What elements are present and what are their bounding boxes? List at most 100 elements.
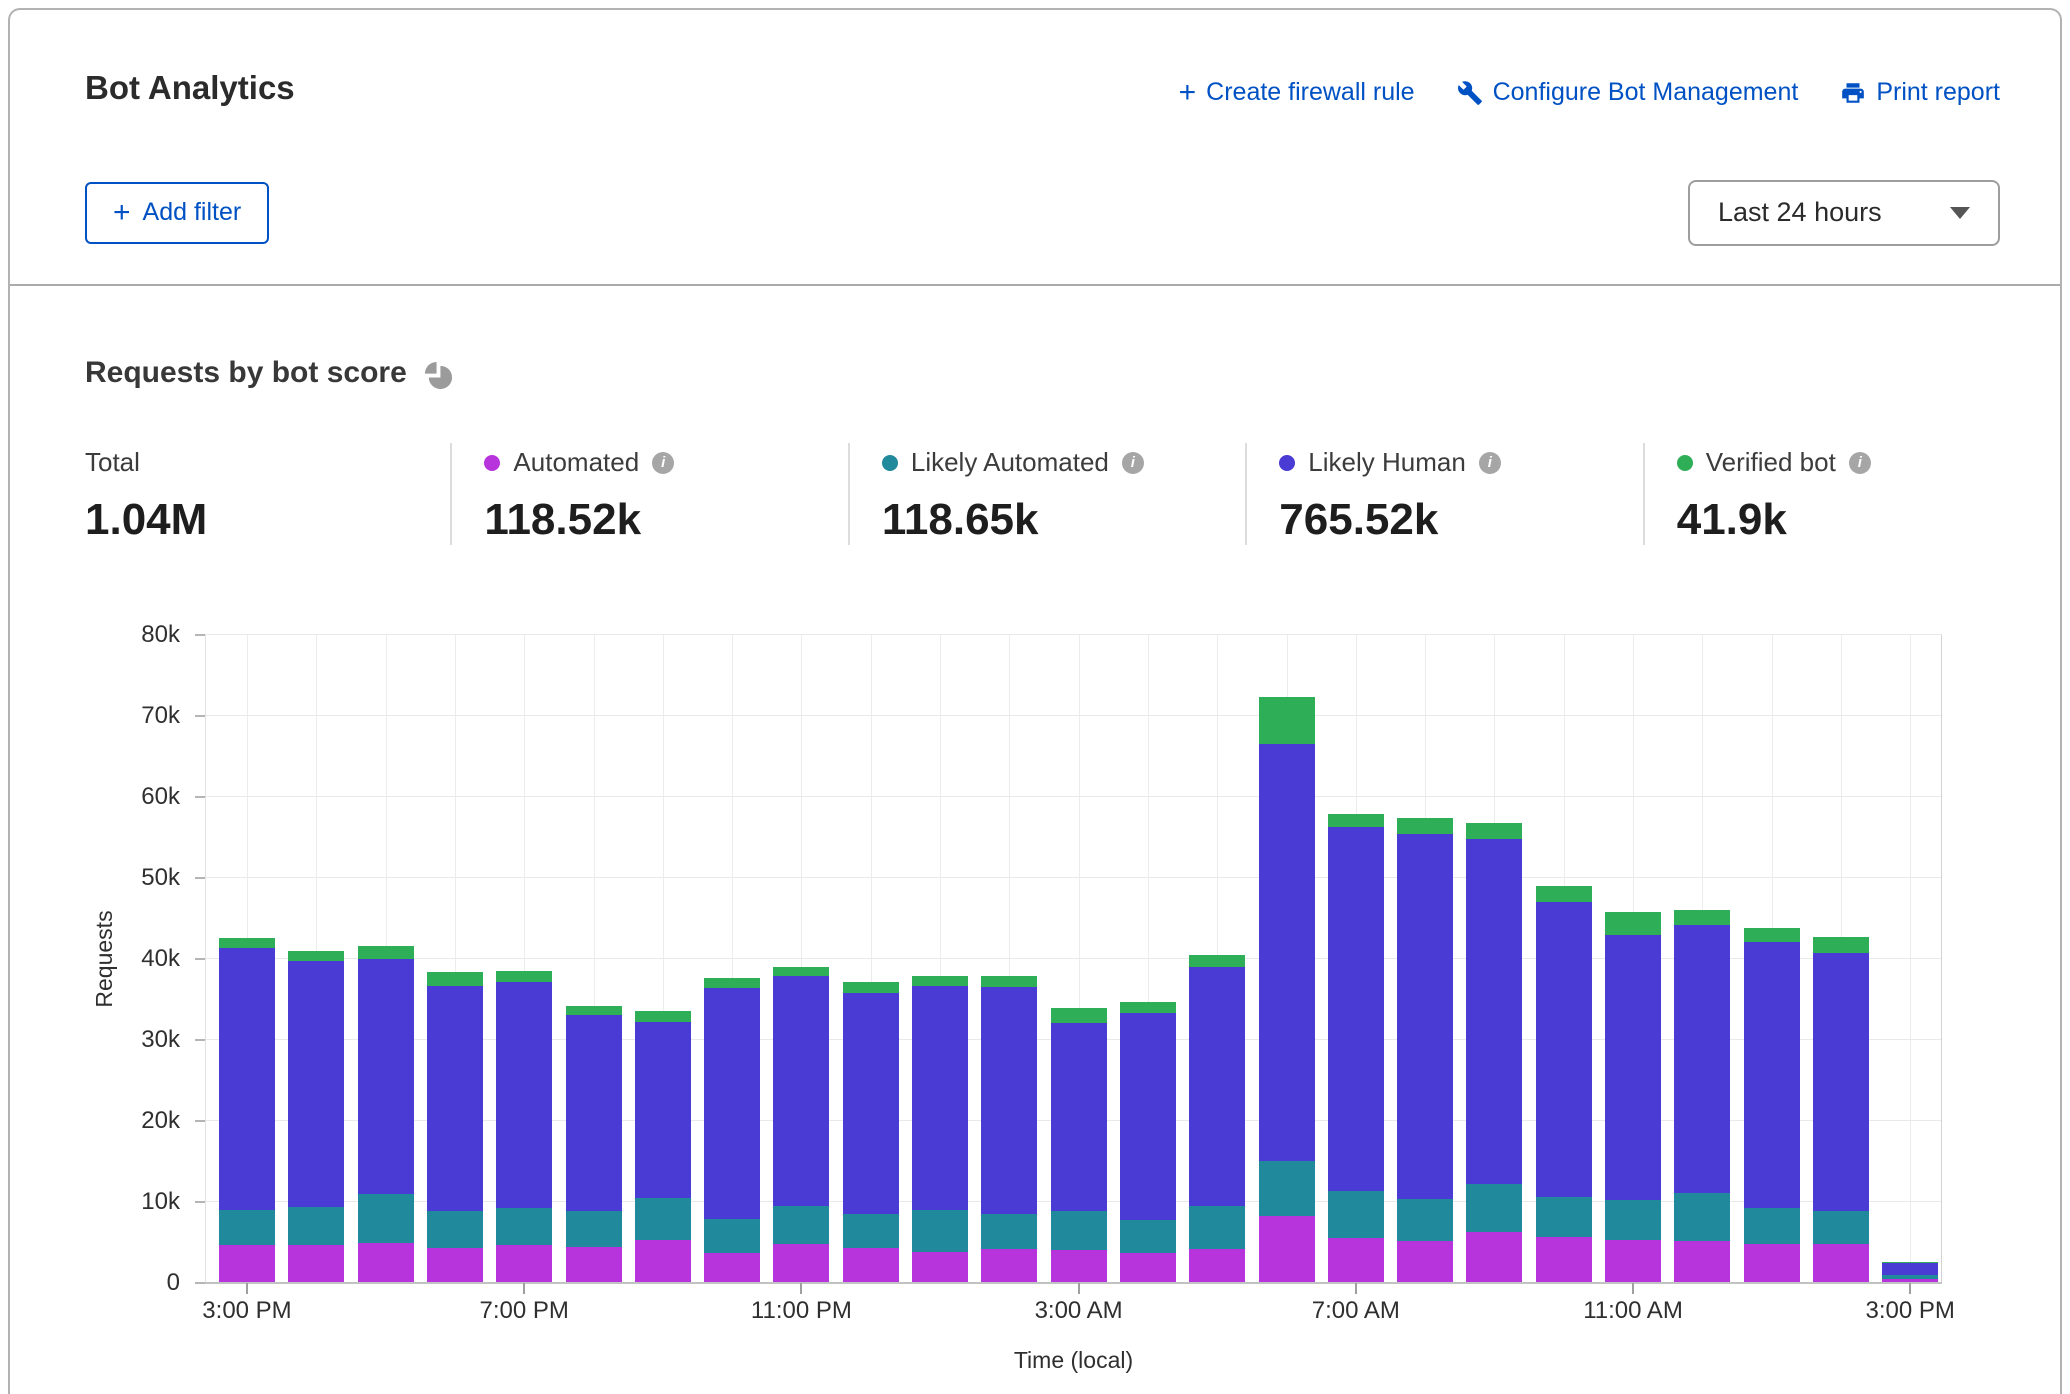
bar-segment-likely-automated[interactable] — [1744, 1208, 1800, 1244]
bar-segment-likely-human[interactable] — [1813, 953, 1869, 1211]
bar-segment-automated[interactable] — [981, 1249, 1037, 1283]
bar-segment-automated[interactable] — [219, 1245, 275, 1283]
info-icon[interactable]: i — [652, 452, 674, 474]
bar-segment-likely-human[interactable] — [427, 986, 483, 1210]
create-firewall-rule-link[interactable]: + Create firewall rule — [1179, 78, 1415, 107]
bar-segment-verified-bot[interactable] — [1397, 818, 1453, 834]
bar-segment-likely-automated[interactable] — [1536, 1197, 1592, 1238]
bar-segment-verified-bot[interactable] — [981, 976, 1037, 987]
bar-segment-automated[interactable] — [1120, 1253, 1176, 1283]
bar-segment-likely-human[interactable] — [1120, 1013, 1176, 1220]
bar-segment-likely-automated[interactable] — [219, 1210, 275, 1245]
bar-segment-automated[interactable] — [288, 1245, 344, 1283]
bar-segment-likely-human[interactable] — [1536, 902, 1592, 1197]
bar-segment-likely-automated[interactable] — [704, 1219, 760, 1253]
bar-segment-likely-automated[interactable] — [1120, 1220, 1176, 1252]
bar-segment-automated[interactable] — [1051, 1250, 1107, 1282]
bar-segment-automated[interactable] — [566, 1247, 622, 1283]
bar-segment-automated[interactable] — [1328, 1238, 1384, 1283]
bar-segment-likely-human[interactable] — [912, 986, 968, 1210]
bar-segment-verified-bot[interactable] — [566, 1006, 622, 1016]
bar-segment-verified-bot[interactable] — [843, 982, 899, 993]
bar-segment-likely-automated[interactable] — [1674, 1193, 1730, 1242]
bar-segment-likely-automated[interactable] — [635, 1198, 691, 1240]
bar-segment-likely-automated[interactable] — [843, 1214, 899, 1248]
bar-segment-likely-human[interactable] — [1328, 827, 1384, 1191]
bar-segment-verified-bot[interactable] — [1744, 928, 1800, 942]
bar-segment-verified-bot[interactable] — [358, 946, 414, 960]
bar-segment-verified-bot[interactable] — [1466, 823, 1522, 838]
info-icon[interactable]: i — [1849, 452, 1871, 474]
bar-segment-likely-automated[interactable] — [566, 1211, 622, 1247]
bar-segment-automated[interactable] — [704, 1253, 760, 1282]
print-report-link[interactable]: Print report — [1840, 78, 2000, 107]
bar-segment-verified-bot[interactable] — [1674, 910, 1730, 925]
bar-segment-verified-bot[interactable] — [1051, 1008, 1107, 1023]
bar-segment-automated[interactable] — [1189, 1249, 1245, 1282]
bar-segment-automated[interactable] — [773, 1244, 829, 1283]
bar-segment-verified-bot[interactable] — [912, 976, 968, 986]
bar-segment-automated[interactable] — [1397, 1241, 1453, 1282]
bar-segment-verified-bot[interactable] — [1328, 814, 1384, 828]
bar-segment-verified-bot[interactable] — [1189, 955, 1245, 966]
bar-segment-likely-human[interactable] — [704, 988, 760, 1220]
bar-segment-verified-bot[interactable] — [427, 972, 483, 987]
bar-segment-likely-automated[interactable] — [427, 1211, 483, 1248]
bar-segment-likely-automated[interactable] — [496, 1208, 552, 1244]
bar-segment-verified-bot[interactable] — [1536, 886, 1592, 902]
bar-segment-verified-bot[interactable] — [704, 978, 760, 988]
time-range-select[interactable]: Last 24 hours — [1688, 180, 2000, 246]
bar-segment-likely-automated[interactable] — [773, 1206, 829, 1243]
bar-segment-automated[interactable] — [635, 1240, 691, 1282]
bar-segment-automated[interactable] — [1744, 1244, 1800, 1283]
bar-segment-likely-automated[interactable] — [1466, 1184, 1522, 1233]
bar-segment-likely-human[interactable] — [1744, 942, 1800, 1208]
bar-segment-automated[interactable] — [912, 1252, 968, 1283]
bar-segment-likely-human[interactable] — [981, 987, 1037, 1214]
bar-segment-likely-human[interactable] — [219, 948, 275, 1210]
bar-segment-verified-bot[interactable] — [1605, 912, 1661, 935]
bar-segment-likely-automated[interactable] — [1397, 1199, 1453, 1241]
bar-segment-likely-human[interactable] — [773, 976, 829, 1206]
bar-segment-likely-human[interactable] — [566, 1015, 622, 1210]
bar-segment-likely-automated[interactable] — [1882, 1275, 1938, 1278]
bar-segment-verified-bot[interactable] — [1882, 1262, 1938, 1263]
bar-segment-likely-automated[interactable] — [288, 1207, 344, 1244]
bar-segment-likely-human[interactable] — [843, 993, 899, 1214]
bar-segment-likely-human[interactable] — [1051, 1023, 1107, 1211]
info-icon[interactable]: i — [1479, 452, 1501, 474]
bar-segment-likely-automated[interactable] — [912, 1210, 968, 1252]
bar-segment-likely-automated[interactable] — [1328, 1191, 1384, 1238]
bar-segment-automated[interactable] — [843, 1248, 899, 1283]
bar-segment-likely-human[interactable] — [1397, 834, 1453, 1199]
bar-segment-likely-human[interactable] — [288, 961, 344, 1207]
bar-segment-automated[interactable] — [1813, 1244, 1869, 1283]
bar-segment-verified-bot[interactable] — [1120, 1002, 1176, 1013]
bar-segment-likely-automated[interactable] — [358, 1194, 414, 1243]
bar-segment-automated[interactable] — [1466, 1232, 1522, 1282]
add-filter-button[interactable]: + Add filter — [85, 182, 269, 244]
bar-segment-likely-automated[interactable] — [1189, 1206, 1245, 1249]
bar-segment-likely-human[interactable] — [1605, 935, 1661, 1200]
bar-segment-likely-automated[interactable] — [1051, 1211, 1107, 1250]
configure-bot-management-link[interactable]: Configure Bot Management — [1457, 78, 1799, 107]
bar-segment-automated[interactable] — [496, 1245, 552, 1283]
bar-segment-automated[interactable] — [1536, 1237, 1592, 1282]
bar-segment-automated[interactable] — [427, 1248, 483, 1283]
bar-segment-likely-human[interactable] — [1674, 925, 1730, 1193]
bar-segment-verified-bot[interactable] — [773, 967, 829, 977]
bar-segment-verified-bot[interactable] — [635, 1011, 691, 1022]
bar-segment-likely-human[interactable] — [1882, 1263, 1938, 1275]
bar-segment-likely-human[interactable] — [358, 959, 414, 1193]
bar-segment-verified-bot[interactable] — [1813, 937, 1869, 953]
bar-segment-likely-human[interactable] — [1189, 967, 1245, 1207]
bar-segment-likely-automated[interactable] — [981, 1214, 1037, 1249]
bar-segment-verified-bot[interactable] — [496, 971, 552, 982]
info-icon[interactable]: i — [1122, 452, 1144, 474]
bar-segment-likely-human[interactable] — [635, 1022, 691, 1199]
bar-segment-verified-bot[interactable] — [219, 938, 275, 948]
bar-segment-verified-bot[interactable] — [1259, 697, 1315, 744]
bar-segment-likely-automated[interactable] — [1259, 1161, 1315, 1216]
bar-segment-likely-human[interactable] — [1259, 744, 1315, 1161]
bar-segment-automated[interactable] — [1259, 1216, 1315, 1282]
